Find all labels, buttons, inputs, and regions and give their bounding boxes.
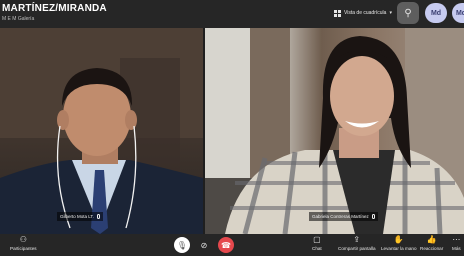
avatar-initials: Md <box>430 9 442 17</box>
participants-label: Participantes <box>10 246 37 251</box>
hang-up-icon: ☎ <box>221 240 231 250</box>
add-people-button[interactable]: ⚲ <box>397 2 419 24</box>
camera-button[interactable]: ⊘ <box>196 237 212 253</box>
participant-video-left <box>0 28 203 234</box>
react-button[interactable]: 👍 Reaccionar <box>420 235 443 251</box>
participant-nameplate: Gabriela Contreras Martínez <box>309 212 378 221</box>
raise-hand-button[interactable]: ✋ Levantar la mano <box>381 235 417 251</box>
microphone-icon: 🎙 <box>176 240 188 250</box>
people-icon: ⚇ <box>19 235 27 244</box>
thumbs-up-icon: 👍 <box>426 235 437 244</box>
more-icon: ⋯ <box>452 235 461 244</box>
video-tile-right[interactable]: Gabriela Contreras Martínez <box>205 28 464 234</box>
mic-icon <box>371 214 375 219</box>
share-screen-button[interactable]: ⇪ Compartir pantalla <box>338 235 376 251</box>
react-label: Reaccionar <box>420 246 444 251</box>
participants-button[interactable]: ⚇ Participantes <box>10 235 37 251</box>
meeting-top-bar: MARTÍNEZ/MIRANDA M E M Galería Vista de … <box>0 0 464 28</box>
participant-name: Gabriela Contreras Martínez <box>312 214 369 219</box>
end-call-button[interactable]: ☎ <box>218 237 234 253</box>
avatar-initials: Md <box>455 9 464 17</box>
participant-video-right <box>205 28 464 234</box>
video-tile-left[interactable]: Gilberto Mota LT. <box>0 28 203 234</box>
share-label: Compartir pantalla <box>338 246 376 251</box>
chat-button[interactable]: ▢ Chat <box>312 235 322 251</box>
participant-nameplate: Gilberto Mota LT. <box>57 212 103 221</box>
chevron-down-icon: ▾ <box>389 10 392 16</box>
chat-icon: ▢ <box>313 235 321 244</box>
more-label: Más <box>452 246 461 251</box>
view-switch-button[interactable]: Vista de cuadrícula ▾ <box>334 7 392 19</box>
view-switch-label: Vista de cuadrícula <box>344 10 387 16</box>
avatar[interactable]: Md <box>425 3 447 23</box>
mic-icon <box>96 214 100 219</box>
camera-off-icon: ⊘ <box>200 240 208 250</box>
meeting-toolbar: ⚇ Participantes 🎙 ⊘ ☎ ▢ Chat ⇪ Compartir… <box>0 234 464 256</box>
meeting-subtitle: M E M Galería <box>2 16 35 22</box>
raise-hand-label: Levantar la mano <box>381 246 417 251</box>
more-button[interactable]: ⋯ Más <box>452 235 461 251</box>
grid-view-icon <box>334 9 341 17</box>
share-screen-icon: ⇪ <box>353 235 361 244</box>
meeting-title: MARTÍNEZ/MIRANDA <box>2 3 107 14</box>
chat-label: Chat <box>312 246 322 251</box>
participant-name: Gilberto Mota LT. <box>60 214 94 219</box>
microphone-button[interactable]: 🎙 <box>174 237 190 253</box>
hand-icon: ✋ <box>393 235 404 244</box>
add-person-icon: ⚲ <box>404 7 412 19</box>
avatar[interactable]: Md <box>452 3 464 23</box>
